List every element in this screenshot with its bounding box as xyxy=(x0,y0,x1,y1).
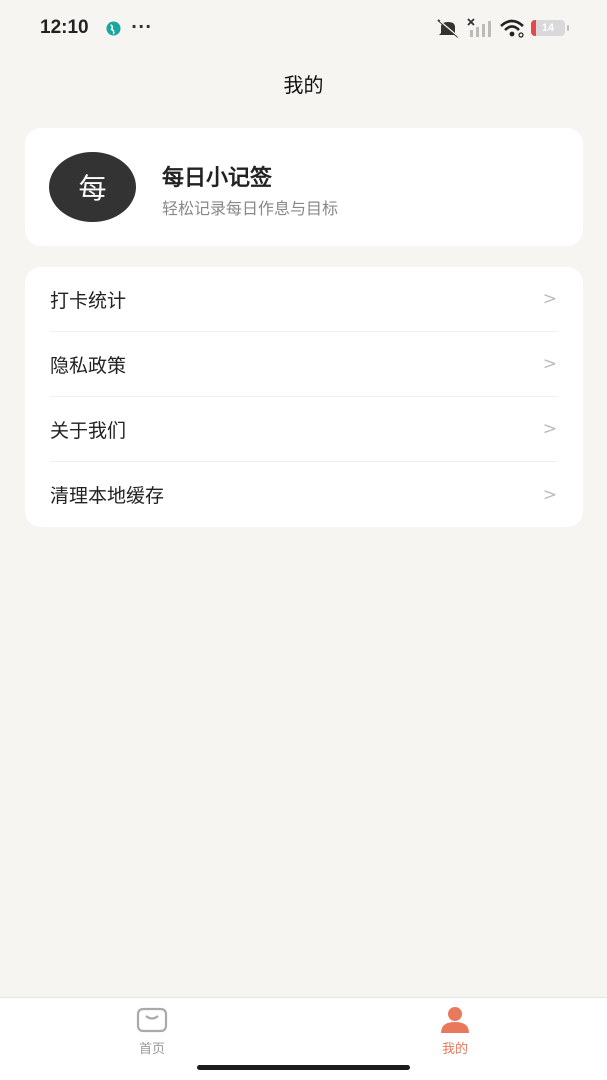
menu-item-about-us[interactable]: 关于我们 > xyxy=(50,397,557,462)
tab-mine-label: 我的 xyxy=(441,1042,468,1057)
profile-card: 每 每日小记签 轻松记录每日作息与目标 xyxy=(25,128,583,246)
battery-fill xyxy=(531,20,536,36)
menu-item-label: 隐私政策 xyxy=(50,354,127,377)
more-dots-icon: ··· xyxy=(131,17,153,36)
tab-home[interactable]: 首页 xyxy=(92,1006,212,1058)
home-indicator xyxy=(197,1065,410,1070)
signal-off-icon xyxy=(467,18,491,37)
chevron-right-icon: > xyxy=(542,354,557,374)
menu-list: 打卡统计 > 隐私政策 > 关于我们 > 清理本地缓存 > xyxy=(25,267,583,527)
avatar: 每 xyxy=(49,152,136,222)
user-icon xyxy=(441,1007,469,1033)
menu-item-label: 清理本地缓存 xyxy=(50,485,165,507)
status-time: 12:10 xyxy=(40,17,89,38)
chevron-right-icon: > xyxy=(542,419,557,439)
wifi-icon xyxy=(500,19,524,38)
tab-mine[interactable]: 我的 xyxy=(395,1006,515,1058)
avatar-text: 每 xyxy=(78,172,107,205)
page-title: 我的 xyxy=(283,72,324,97)
home-bag-icon xyxy=(136,1007,168,1033)
mute-icon xyxy=(437,19,461,38)
profile-name: 每日小记签 xyxy=(162,166,273,191)
chevron-right-icon: > xyxy=(542,289,557,309)
status-bar: 12:10 ··· 14 xyxy=(0,0,607,58)
menu-item-clear-cache[interactable]: 清理本地缓存 > xyxy=(50,462,557,527)
menu-item-label: 关于我们 xyxy=(50,419,127,442)
menu-item-privacy-policy[interactable]: 隐私政策 > xyxy=(50,332,557,397)
tab-home-label: 首页 xyxy=(138,1042,165,1057)
chevron-right-icon: > xyxy=(542,484,557,505)
status-icons: 14 xyxy=(435,16,569,40)
globe-icon xyxy=(106,21,121,36)
nav-bar: 我的 xyxy=(0,58,607,108)
battery-tip xyxy=(567,25,569,31)
menu-item-label: 打卡统计 xyxy=(50,289,127,312)
menu-item-checkin-stats[interactable]: 打卡统计 > xyxy=(50,267,557,332)
battery-level: 14 xyxy=(541,22,555,34)
profile-subtitle: 轻松记录每日作息与目标 xyxy=(162,199,339,218)
battery-icon: 14 xyxy=(531,20,565,36)
